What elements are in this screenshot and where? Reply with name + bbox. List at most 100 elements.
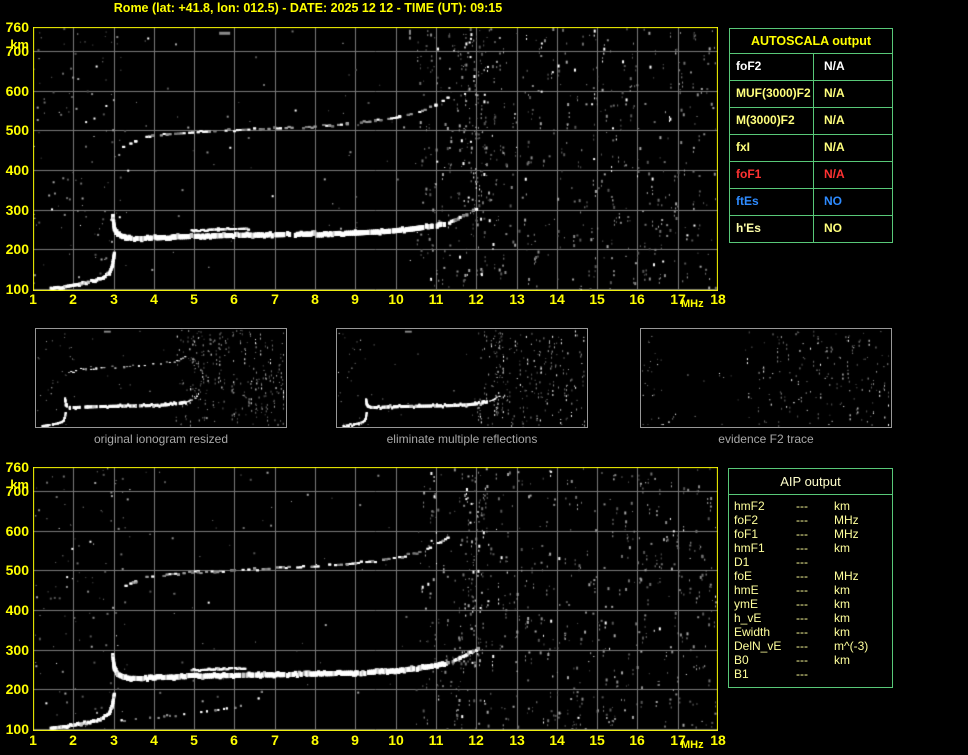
y-axis-tick: 200 bbox=[5, 681, 29, 697]
aip-row-unit: km bbox=[834, 625, 850, 639]
thumbnail-original-ionogram bbox=[35, 328, 287, 428]
aip-row: DelN_vE --- m^(-3) bbox=[734, 639, 892, 653]
y-axis-tick: 500 bbox=[5, 122, 29, 138]
autoscala-row: MUF(3000)F2 N/A bbox=[730, 81, 892, 108]
x-axis-tick: 11 bbox=[428, 291, 444, 307]
aip-row-label: ymE bbox=[734, 597, 758, 611]
autoscala-row-value: N/A bbox=[824, 167, 845, 181]
aip-row-unit: km bbox=[834, 597, 850, 611]
y-axis-tick: 300 bbox=[5, 642, 29, 658]
aip-row-unit: m^(-3) bbox=[834, 639, 869, 653]
aip-row-unit: km bbox=[834, 611, 850, 625]
y-axis-tick: 700 bbox=[5, 43, 29, 59]
aip-row-label: DelN_vE bbox=[734, 639, 782, 653]
autoscala-row-value: NO bbox=[824, 221, 842, 235]
autoscala-row: foF2 N/A bbox=[730, 54, 892, 81]
x-axis-tick: 14 bbox=[549, 291, 565, 307]
y-axis-tick: 700 bbox=[5, 483, 29, 499]
autoscala-screen: Rome (lat: +41.8, lon: 012.5) - DATE: 20… bbox=[0, 0, 968, 755]
autoscala-row-value: N/A bbox=[824, 140, 845, 154]
bottom-ionogram-canvas bbox=[33, 467, 718, 731]
x-axis-tick: 1 bbox=[29, 732, 37, 748]
aip-row-label: foF2 bbox=[734, 513, 759, 527]
aip-row-unit: km bbox=[834, 583, 850, 597]
aip-row: Ewidth --- km bbox=[734, 625, 892, 639]
x-axis-tick: 17 bbox=[670, 291, 686, 307]
aip-row-value: --- bbox=[796, 625, 808, 639]
x-axis-tick: 9 bbox=[351, 291, 359, 307]
aip-output-table: AIP output hmF2 --- km foF2 --- MHz foF1 --- MHz… bbox=[728, 468, 893, 688]
thumbnail-eliminate-reflections bbox=[336, 328, 588, 428]
aip-row-value: --- bbox=[796, 555, 808, 569]
autoscala-row-label: foF1 bbox=[730, 162, 814, 188]
aip-row-label: foF1 bbox=[734, 527, 759, 541]
x-axis-tick: 11 bbox=[428, 732, 444, 748]
autoscala-row-label: MUF(3000)F2 bbox=[730, 81, 814, 107]
y-axis-tick: 300 bbox=[5, 202, 29, 218]
aip-row-value: --- bbox=[796, 639, 808, 653]
x-axis-tick: 10 bbox=[388, 291, 404, 307]
x-axis-tick: 3 bbox=[110, 732, 118, 748]
thumbnail-evidence-canvas bbox=[641, 329, 891, 427]
aip-row-unit: km bbox=[834, 653, 850, 667]
aip-row: B0 --- km bbox=[734, 653, 892, 667]
x-axis-tick: 8 bbox=[311, 291, 319, 307]
aip-row-unit: MHz bbox=[834, 569, 859, 583]
y-axis-tick: 500 bbox=[5, 562, 29, 578]
aip-row: D1 --- bbox=[734, 555, 892, 569]
autoscala-row: h'Es NO bbox=[730, 216, 892, 242]
aip-row-unit: km bbox=[834, 499, 850, 513]
aip-row: hmE --- km bbox=[734, 583, 892, 597]
aip-row-label: B0 bbox=[734, 653, 749, 667]
y-axis-tick: 400 bbox=[5, 162, 29, 178]
aip-table-title: AIP output bbox=[729, 469, 892, 495]
autoscala-row: foF1 N/A bbox=[730, 162, 892, 189]
autoscala-row-label: M(3000)F2 bbox=[730, 108, 814, 134]
y-axis-tick: 400 bbox=[5, 602, 29, 618]
aip-row: B1 --- bbox=[734, 667, 892, 681]
aip-row-value: --- bbox=[796, 583, 808, 597]
autoscala-row-label: fxI bbox=[730, 135, 814, 161]
x-axis-tick: 13 bbox=[509, 732, 525, 748]
thumbnail-eliminate-canvas bbox=[337, 329, 587, 427]
aip-row: foE --- MHz bbox=[734, 569, 892, 583]
x-axis-tick: 4 bbox=[150, 291, 158, 307]
x-axis-tick: 5 bbox=[190, 291, 198, 307]
x-axis-tick: 2 bbox=[69, 732, 77, 748]
aip-row: ymE --- km bbox=[734, 597, 892, 611]
autoscala-row-value: N/A bbox=[824, 59, 845, 73]
aip-row-label: B1 bbox=[734, 667, 749, 681]
aip-row-label: hmF1 bbox=[734, 541, 765, 555]
autoscala-row-label: h'Es bbox=[730, 216, 814, 242]
aip-row-value: --- bbox=[796, 499, 808, 513]
y-axis-tick: 760 bbox=[5, 19, 29, 35]
aip-row-unit: MHz bbox=[834, 527, 859, 541]
aip-row-unit: km bbox=[834, 541, 850, 555]
x-axis-tick: 15 bbox=[589, 732, 605, 748]
autoscala-row-value: NO bbox=[824, 194, 842, 208]
aip-row-label: hmE bbox=[734, 583, 759, 597]
x-axis-tick: 18 bbox=[710, 732, 726, 748]
x-axis-tick: 16 bbox=[629, 732, 645, 748]
autoscala-row: M(3000)F2 N/A bbox=[730, 108, 892, 135]
thumbnail-caption-evidence: evidence F2 trace bbox=[718, 432, 814, 446]
aip-row-value: --- bbox=[796, 597, 808, 611]
thumbnail-original-canvas bbox=[36, 329, 286, 427]
x-axis-tick: 10 bbox=[388, 732, 404, 748]
aip-row: h_vE --- km bbox=[734, 611, 892, 625]
thumbnail-caption-original: original ionogram resized bbox=[93, 432, 229, 446]
autoscala-row: fxI N/A bbox=[730, 135, 892, 162]
autoscala-table-title: AUTOSCALA output bbox=[730, 29, 892, 54]
x-axis-tick: 17 bbox=[670, 732, 686, 748]
x-axis-tick: 14 bbox=[549, 732, 565, 748]
aip-row-value: --- bbox=[796, 653, 808, 667]
aip-row-value: --- bbox=[796, 527, 808, 541]
x-axis-tick: 5 bbox=[190, 732, 198, 748]
aip-row-label: D1 bbox=[734, 555, 750, 569]
x-axis-tick: 7 bbox=[271, 291, 279, 307]
aip-row-label: foE bbox=[734, 569, 753, 583]
aip-table-body: hmF2 --- km foF2 --- MHz foF1 --- MHz hmF1 --- km D1… bbox=[729, 495, 892, 687]
y-axis-tick: 600 bbox=[5, 523, 29, 539]
autoscala-table-body: foF2 N/A MUF(3000)F2 N/A M(3000)F2 N/A fxI N/A f… bbox=[730, 54, 892, 242]
x-axis-tick: 4 bbox=[150, 732, 158, 748]
